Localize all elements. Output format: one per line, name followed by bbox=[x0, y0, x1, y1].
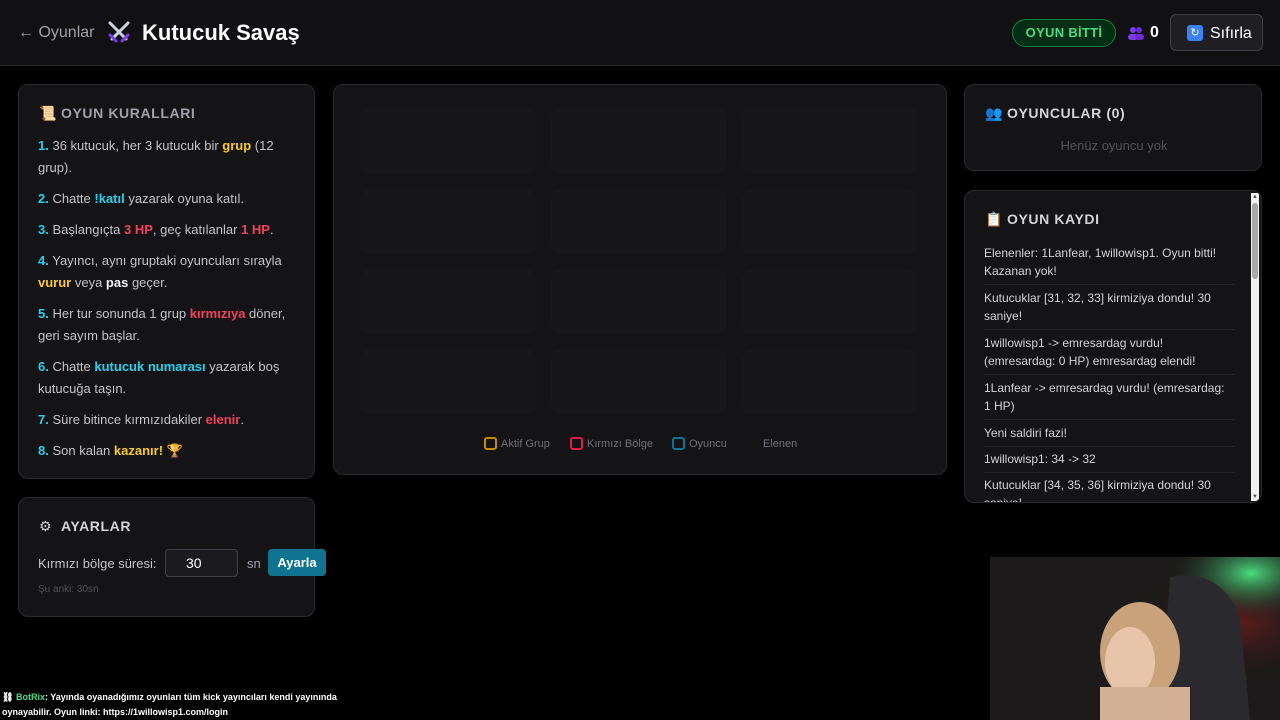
box-group[interactable] bbox=[360, 270, 536, 334]
rules-title: 📜 OYUN KURALLARI bbox=[39, 105, 196, 121]
eliminated-swatch bbox=[746, 437, 759, 450]
current-duration: Şu anki: 30sn bbox=[38, 584, 99, 595]
log-scrollbar-thumb[interactable] bbox=[1252, 203, 1258, 279]
gear-icon: ⚙ bbox=[39, 518, 53, 534]
refresh-icon: ↻ bbox=[1187, 25, 1203, 41]
game-log-panel: 📋 OYUN KAYDI Elenenler: 1Lanfear, 1willow… bbox=[964, 190, 1262, 503]
legend-active: Aktif Grup bbox=[484, 437, 550, 450]
scroll-icon: 📜 bbox=[39, 105, 58, 121]
log-entry: Kutucuklar [31, 32, 33] kirmiziya dondu!… bbox=[984, 289, 1234, 330]
red-zone-duration-label: Kırmızı bölge süresi: bbox=[38, 556, 157, 571]
game-status-badge: OYUN BİTTİ bbox=[1012, 19, 1116, 47]
apply-button[interactable]: Ayarla bbox=[268, 549, 326, 576]
box-group[interactable] bbox=[551, 270, 727, 334]
back-link[interactable]: ← Oyunlar bbox=[18, 24, 94, 42]
crossed-swords-icon bbox=[108, 21, 130, 43]
box-group[interactable] bbox=[551, 350, 727, 414]
rule-item: 6. Chatte kutucuk numarası yazarak boş k… bbox=[38, 359, 280, 396]
active-swatch bbox=[484, 437, 497, 450]
log-title: 📋 OYUN KAYDI bbox=[985, 211, 1100, 227]
chat-username: BotRix bbox=[15, 692, 45, 702]
chat-message: ⛓ BotRix: Yayında oyanadığımız oyunları … bbox=[2, 690, 362, 720]
log-entry: Yeni saldiri fazi! bbox=[984, 424, 1234, 447]
box-group[interactable] bbox=[360, 350, 536, 414]
legend-player: Oyuncu bbox=[672, 437, 727, 450]
box-group[interactable] bbox=[742, 350, 918, 414]
rule-item: 4. Yayıncı, aynı gruptaki oyuncuları sır… bbox=[38, 253, 282, 290]
chat-badge-icon: ⛓ bbox=[2, 692, 14, 702]
log-entry: Kutucuklar [34, 35, 36] kirmiziya dondu!… bbox=[984, 476, 1234, 502]
box-group[interactable] bbox=[742, 190, 918, 254]
player-count: 0 bbox=[1150, 24, 1159, 41]
legend-eliminated: Elenen bbox=[746, 437, 797, 450]
rule-item: 5. Her tur sonunda 1 grup kırmızıya döne… bbox=[38, 306, 286, 343]
rule-item: 1. 36 kutucuk, her 3 kutucuk bir grup (1… bbox=[38, 138, 274, 175]
rule-item: 7. Süre bitince kırmızıdakiler elenir. bbox=[38, 412, 244, 427]
webcam-image bbox=[990, 557, 1280, 720]
players-icon bbox=[1128, 27, 1144, 40]
page-title: Kutucuk Savaş bbox=[142, 20, 300, 45]
settings-title: ⚙ AYARLAR bbox=[39, 518, 132, 534]
rule-item: 2. Chatte !katıl yazarak oyuna katıl. bbox=[38, 191, 244, 206]
log-entry: 1willowisp1 -> emresardag vurdu! (emresa… bbox=[984, 334, 1234, 375]
box-group[interactable] bbox=[551, 190, 727, 254]
webcam-overlay bbox=[990, 557, 1280, 720]
scroll-up-icon[interactable]: ▲ bbox=[1252, 194, 1258, 200]
log-entry: Elenenler: 1Lanfear, 1willowisp1. Oyun b… bbox=[984, 244, 1234, 285]
box-group[interactable] bbox=[742, 270, 918, 334]
rule-item: 8. Son kalan kazanır! 🏆 bbox=[38, 443, 183, 458]
settings-panel: ⚙AYARLAR Kırmızı bölge süresi: sn Ayarla… bbox=[18, 497, 326, 617]
box-group[interactable] bbox=[360, 190, 536, 254]
duration-unit: sn bbox=[247, 556, 261, 571]
game-board: Aktif Grup Kırmızı Bölge Oyuncu Elenen bbox=[333, 84, 947, 475]
box-group[interactable] bbox=[360, 109, 536, 173]
player-swatch bbox=[672, 437, 685, 450]
box-group[interactable] bbox=[742, 109, 918, 173]
players-icon: 👥 bbox=[985, 105, 1004, 121]
chat-text: : Yayında oyanadığımız oyunları tüm kick… bbox=[2, 692, 337, 717]
scroll-down-icon[interactable]: ▼ bbox=[1252, 494, 1258, 500]
players-panel: 👥 OYUNCULAR (0) Henüz oyuncu yok bbox=[964, 84, 1262, 171]
box-group[interactable] bbox=[551, 109, 727, 173]
rules-panel: 📜 OYUN KURALLARI 1. 36 kutucuk, her 3 kut… bbox=[18, 84, 315, 479]
log-entry: 1Lanfear -> emresardag vurdu! (emresarda… bbox=[984, 379, 1234, 420]
reset-button[interactable]: ↻ Sıfırla bbox=[1170, 14, 1263, 51]
top-bar: ← Oyunlar Kutucuk Savaş OYUN BİTTİ 0 ↻ S… bbox=[0, 0, 1280, 66]
red-zone-duration-input[interactable] bbox=[165, 549, 238, 577]
rule-item: 3. Başlangıçta 3 HP, geç katılanlar 1 HP… bbox=[38, 222, 274, 237]
legend-red: Kırmızı Bölge bbox=[570, 437, 653, 450]
players-title: 👥 OYUNCULAR (0) bbox=[985, 105, 1126, 121]
red-swatch bbox=[570, 437, 583, 450]
log-entry: 1willowisp1: 34 -> 32 bbox=[984, 450, 1234, 473]
players-empty-text: Henüz oyuncu yok bbox=[1060, 138, 1168, 153]
clipboard-icon: 📋 bbox=[985, 211, 1004, 227]
reset-button-label: Sıfırla bbox=[1210, 25, 1252, 42]
